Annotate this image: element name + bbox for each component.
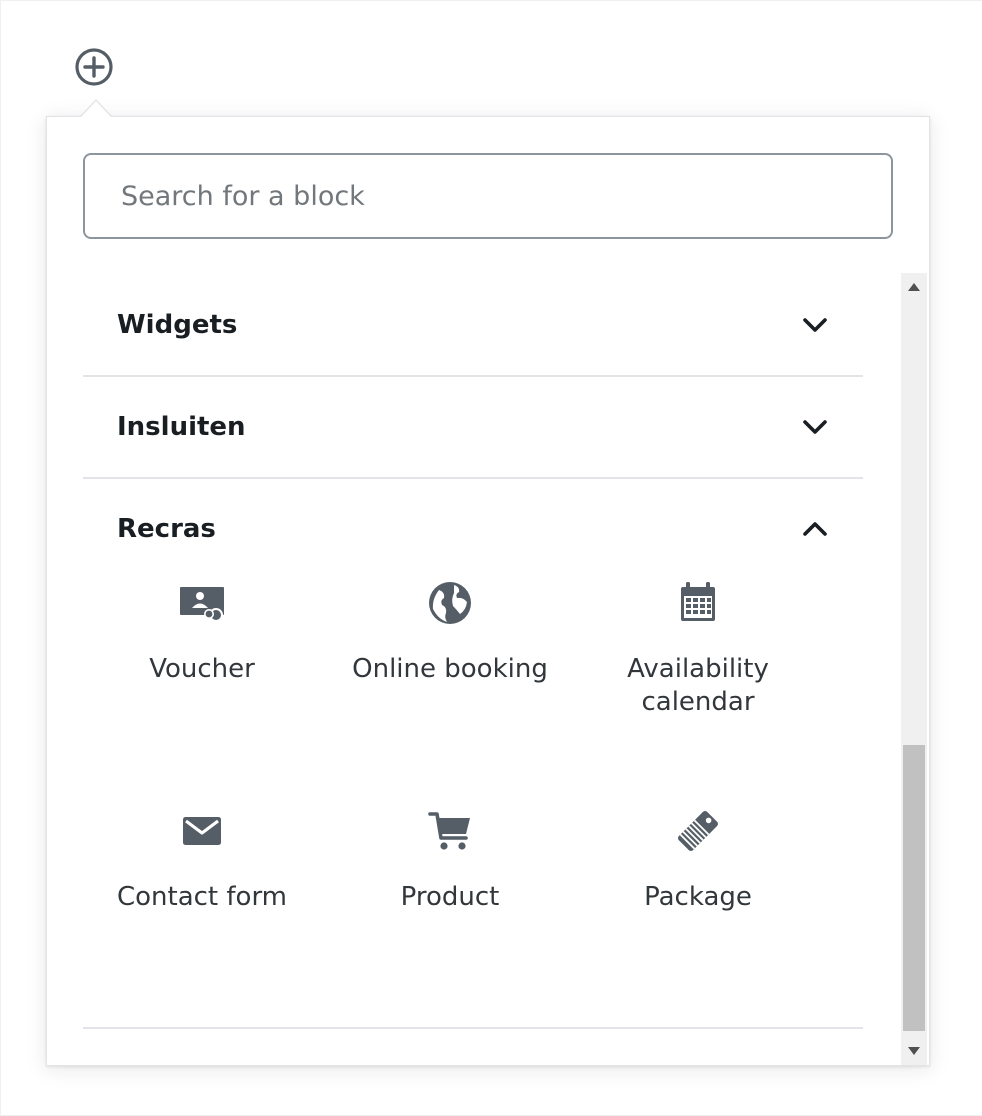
panel-toggle-recras[interactable]: Recras [83, 479, 863, 579]
add-block-button[interactable] [74, 47, 114, 87]
panel-insluiten: Insluiten [83, 377, 863, 479]
block-product[interactable]: Product [325, 807, 575, 914]
scrollbar[interactable] [901, 273, 927, 1065]
voucher-icon [178, 579, 226, 627]
scroll-down-button[interactable] [901, 1037, 927, 1065]
divider [83, 1027, 863, 1029]
panel-recras: Recras [83, 479, 863, 579]
scroll-up-button[interactable] [901, 273, 927, 301]
chevron-down-icon [803, 420, 827, 434]
panel-toggle-insluiten[interactable]: Insluiten [83, 377, 863, 477]
triangle-down-icon [908, 1047, 920, 1055]
triangle-up-icon [908, 283, 920, 291]
block-search-input[interactable] [83, 153, 893, 239]
block-package[interactable]: Package [573, 807, 823, 914]
block-label: Package [644, 882, 752, 912]
panel-title: Insluiten [117, 412, 246, 442]
search-field [83, 153, 893, 239]
panel-toggle-widgets[interactable]: Widgets [83, 275, 863, 375]
panel-title: Widgets [117, 310, 238, 340]
envelope-icon [178, 807, 226, 855]
panel-widgets: Widgets [83, 275, 863, 377]
tag-icon [674, 807, 722, 855]
calendar-icon [674, 579, 722, 627]
block-online-booking[interactable]: Online booking [325, 579, 575, 686]
block-label: Contact form [116, 882, 288, 912]
scrollbar-thumb[interactable] [903, 745, 925, 1031]
block-voucher[interactable]: Voucher [77, 579, 327, 686]
block-availability-calendar[interactable]: Availability calendar [573, 579, 823, 719]
block-label: Online booking [352, 654, 548, 684]
block-contact-form[interactable]: Contact form [77, 807, 327, 914]
block-label: Voucher [149, 654, 255, 684]
block-label: Availability calendar [627, 654, 769, 717]
block-results[interactable]: Widgets Insluiten Recras Voucher Online … [47, 275, 929, 1065]
chevron-down-icon [803, 318, 827, 332]
chevron-up-icon [803, 522, 827, 536]
globe-icon [426, 579, 474, 627]
panel-title: Recras [117, 514, 216, 544]
block-inserter-popover: Widgets Insluiten Recras [46, 116, 930, 1066]
block-label: Product [400, 882, 500, 912]
plus-circle-icon [75, 48, 113, 86]
popover-arrow-inner [81, 101, 111, 117]
cart-icon [426, 807, 474, 855]
recras-block-grid: Voucher Online booking Availability cale… [83, 579, 863, 1019]
